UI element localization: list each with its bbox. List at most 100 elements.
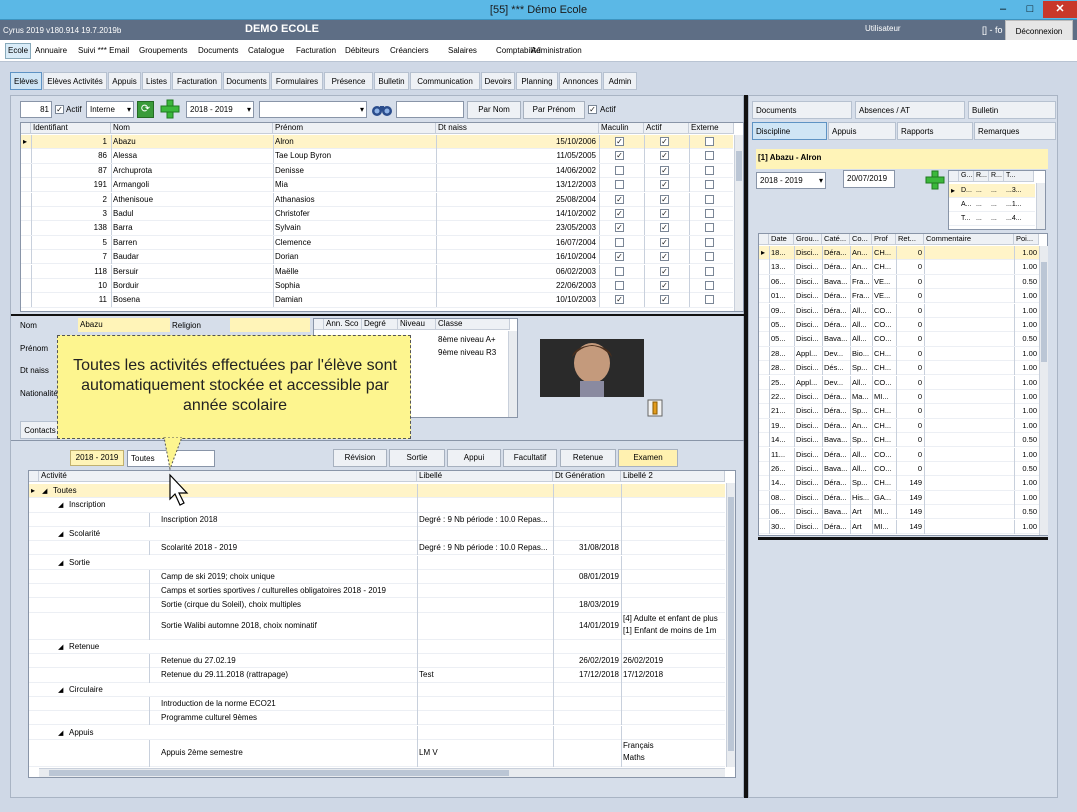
discipline-date[interactable]: 20/07/2019 (843, 170, 895, 188)
tree-row[interactable]: ◢ Appuis (29, 725, 725, 740)
activity-year[interactable]: 2018 - 2019 (70, 450, 124, 466)
activity-filter-button-3[interactable]: Facultatif (503, 449, 557, 467)
student-check-a[interactable]: ✓ (660, 194, 669, 204)
tab-13[interactable]: Admin (603, 72, 637, 90)
summary-row[interactable]: ▸ D......... ...3... (949, 184, 1035, 198)
table-row[interactable]: 28... Appl... Dev... Bio... CH... 0 1.00 (759, 346, 1039, 362)
activity-header-4[interactable]: Libellé 2 (621, 471, 725, 482)
tab-9[interactable]: Communication (410, 72, 480, 90)
student-check-e[interactable] (705, 194, 714, 204)
student-check-a[interactable]: ✓ (660, 180, 669, 190)
table-row[interactable]: 21... Disci... Déra... Sp... CH... 0 1.00 (759, 404, 1039, 419)
table-row[interactable]: 26... Disci... Bava... All... CO... 0 0.50 (759, 462, 1039, 477)
student-check-a[interactable]: ✓ (660, 266, 669, 276)
tab-4[interactable]: Facturation (172, 72, 222, 90)
refresh-icon[interactable]: ⟳ (137, 101, 154, 118)
table-row[interactable]: 14... Disci... Déra... Sp... CH... 149 1.00 (759, 476, 1039, 491)
scroll-thumb[interactable] (728, 497, 734, 751)
actif2-checkbox[interactable]: ✓ (588, 105, 597, 114)
table-row[interactable]: 06... Disci... Bava... Art MI... 149 0.50 (759, 505, 1039, 520)
tree-row[interactable]: Scolarité 2018 - 2019 Degré : 9 Nb périod… (29, 541, 725, 556)
student-check-a[interactable]: ✓ (660, 252, 669, 262)
expand-toggle-icon[interactable]: ◢ (58, 559, 63, 567)
tree-row[interactable]: Retenue du 29.11.2018 (rattrapage) Test 17… (29, 668, 725, 683)
students-header-1[interactable]: Identifiant (31, 123, 111, 134)
table-row[interactable]: 30... Disci... Déra... Art MI... 149 1.00 (759, 519, 1039, 534)
student-check-e[interactable] (705, 151, 714, 161)
classes-scrollbar[interactable] (508, 331, 517, 417)
student-check-a[interactable]: ✓ (660, 165, 669, 175)
student-check-e[interactable] (705, 266, 714, 276)
table-row[interactable]: 13... Disci... Déra... An... CH... 0 1.00 (759, 260, 1039, 275)
table-row[interactable]: 28... Disci... Dés... Sp... CH... 0 1.00 (759, 361, 1039, 376)
tab-contacts[interactable]: Contacts (20, 421, 60, 439)
menu-item-1[interactable]: Annuaire (35, 46, 67, 55)
discipline-header-1[interactable]: Date (769, 234, 794, 245)
menu-item-6[interactable]: Facturation (296, 46, 336, 55)
table-row[interactable]: 2 Athenisoue Athanasios 25/08/2004 ✓ ✓ (21, 192, 733, 207)
table-row[interactable]: 87 Archuprota Denisse 14/06/2002 ✓ (21, 163, 733, 179)
student-check-m[interactable] (615, 180, 624, 190)
activity-vscrollbar[interactable] (726, 483, 735, 767)
tree-row[interactable]: Inscription 2018 Degré : 9 Nb période : 1… (29, 512, 725, 527)
table-row[interactable]: 118 Bersuir Maëlle 06/02/2003 ✓ (21, 264, 733, 279)
table-row[interactable]: ▸ 1 Abazu Alron 15/10/2006 ✓ ✓ (21, 135, 733, 150)
students-scrollbar[interactable] (734, 135, 743, 311)
expand-toggle-icon[interactable]: ◢ (42, 487, 47, 495)
students-header-0[interactable] (21, 123, 31, 134)
activity-filter-button-4[interactable]: Retenue (560, 449, 616, 467)
student-check-m[interactable]: ✓ (615, 252, 624, 262)
table-row[interactable]: ▸ 18... Disci... Déra... An... CH... 0 1.00 (759, 246, 1039, 261)
by-name-button[interactable]: Par Nom (467, 101, 521, 119)
search-input[interactable] (396, 101, 464, 118)
classes-header-2[interactable]: Degré (362, 319, 398, 330)
tab-0[interactable]: Elèves (10, 72, 42, 90)
activity-filter-button-2[interactable]: Appui (447, 449, 501, 467)
classes-header-3[interactable]: Niveau (398, 319, 436, 330)
tab-3[interactable]: Listes (142, 72, 171, 90)
add-icon[interactable] (160, 99, 180, 119)
tab-2[interactable]: Appuis (108, 72, 141, 90)
add-discipline-icon[interactable] (925, 170, 945, 190)
tree-row[interactable]: Camps et sorties sportives / culturelles… (29, 584, 725, 599)
student-check-m[interactable]: ✓ (615, 209, 624, 218)
activity-hscrollbar[interactable] (39, 768, 725, 777)
activity-filter-button-5[interactable]: Examen (618, 449, 678, 467)
student-check-e[interactable] (705, 252, 714, 262)
tab-11[interactable]: Planning (516, 72, 558, 90)
student-check-e[interactable] (705, 137, 714, 146)
summary-header-3[interactable]: R... (989, 171, 1004, 182)
table-row[interactable]: 191 Armangoli Mia 13/12/2003 ✓ (21, 178, 733, 193)
menu-item-3[interactable]: Groupements (139, 46, 187, 55)
student-check-a[interactable]: ✓ (660, 281, 669, 290)
student-check-m[interactable]: ✓ (615, 151, 624, 161)
summary-header-4[interactable]: T... (1004, 171, 1034, 182)
student-check-m[interactable]: ✓ (615, 223, 624, 233)
discipline-header-8[interactable]: Poi... (1014, 234, 1039, 245)
student-check-a[interactable]: ✓ (660, 295, 669, 305)
count-field[interactable]: 81 (20, 101, 52, 118)
student-check-a[interactable]: ✓ (660, 223, 669, 233)
table-row[interactable]: 22... Disci... Déra... Ma... MI... 0 1.00 (759, 390, 1039, 405)
religion-field[interactable] (230, 318, 310, 332)
table-row[interactable]: 10 Borduir Sophia 22/06/2003 ✓ (21, 279, 733, 294)
table-row[interactable]: 14... Disci... Bava... Sp... CH... 0 0.50 (759, 433, 1039, 448)
tree-row[interactable]: ◢ Inscription (29, 498, 725, 513)
by-firstname-button[interactable]: Par Prénom (523, 101, 585, 119)
right-subtab-1[interactable]: Appuis (828, 122, 896, 140)
nom-field[interactable]: Abazu (78, 318, 170, 332)
classes-header-1[interactable]: Ann. Sco (324, 319, 362, 330)
table-row[interactable]: 25... Appl... Dev... All... CO... 0 1.00 (759, 375, 1039, 390)
student-check-m[interactable] (615, 165, 624, 175)
activity-header-0[interactable] (29, 471, 39, 482)
discipline-scrollbar[interactable] (1039, 246, 1048, 535)
right-subtab-3[interactable]: Remarques (974, 122, 1056, 140)
student-check-a[interactable]: ✓ (660, 237, 669, 247)
expand-toggle-icon[interactable]: ◢ (58, 686, 63, 694)
discipline-header-3[interactable]: Caté... (822, 234, 850, 245)
binoculars-icon[interactable] (371, 101, 393, 118)
tab-5[interactable]: Documents (223, 72, 270, 90)
menu-item-11[interactable]: Administration (531, 46, 582, 55)
table-row[interactable]: 01... Disci... Déra... Fra... VE... 0 1.00 (759, 289, 1039, 304)
tree-row[interactable]: ▸ ◢ Toutes (29, 484, 725, 499)
